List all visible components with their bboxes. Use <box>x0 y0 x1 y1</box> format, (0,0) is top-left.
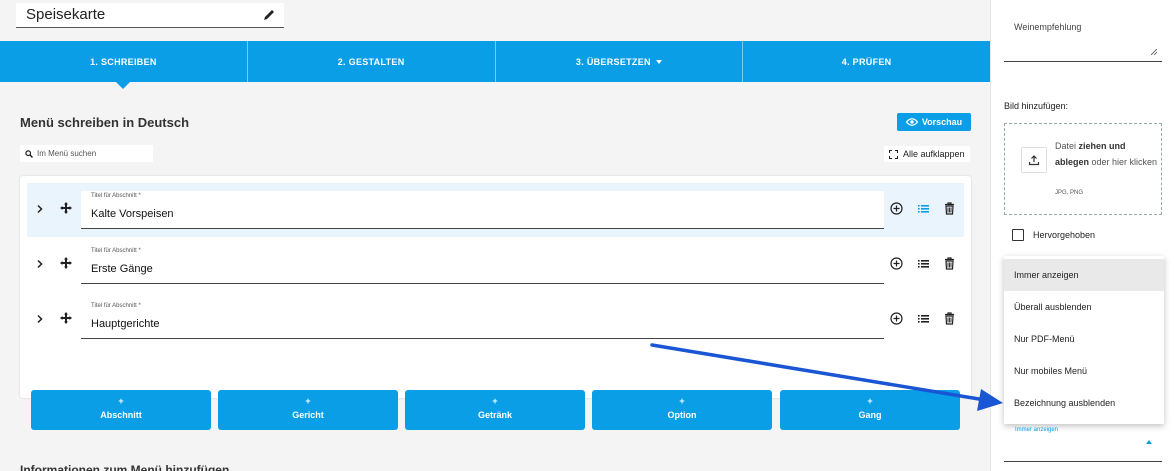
add-button-label: Gericht <box>292 410 324 420</box>
tab-pruefen[interactable]: 4. PRÜFEN <box>743 41 990 82</box>
plus-icon: + <box>867 396 873 406</box>
section-row: Titel für Abschnitt * Hauptgerichte <box>27 293 964 347</box>
section-title-value: Hauptgerichte <box>91 318 160 330</box>
info-heading: Informationen zum Menü hinzufügen <box>20 463 230 471</box>
move-icon[interactable] <box>59 311 73 325</box>
search-input[interactable] <box>37 149 142 158</box>
chevron-right-icon[interactable] <box>35 314 45 324</box>
add-button-label: Abschnitt <box>100 410 142 420</box>
menu-name-value: Speisekarte <box>26 6 106 23</box>
tab-schreiben[interactable]: 1. SCHREIBEN <box>0 41 248 89</box>
caret-down-icon <box>655 59 662 64</box>
chevron-right-icon[interactable] <box>35 204 45 214</box>
image-dropzone[interactable]: Datei ziehen und ablegen oder hier klick… <box>1004 123 1162 215</box>
tab-label: 3. ÜBERSETZEN <box>575 56 651 67</box>
section-title-label: Titel für Abschnitt * <box>91 248 141 254</box>
sections-card: Titel für Abschnitt * Kalte Vorspeisen T… <box>20 176 971 398</box>
trash-icon[interactable] <box>943 312 956 325</box>
section-title-field[interactable]: Titel für Abschnitt * Kalte Vorspeisen <box>81 191 884 229</box>
move-icon[interactable] <box>59 201 73 215</box>
resize-handle-icon[interactable] <box>1151 49 1157 55</box>
search-box <box>20 145 153 162</box>
add-option-button[interactable]: + Option <box>592 390 772 430</box>
section-title-field[interactable]: Titel für Abschnitt * Hauptgerichte <box>81 301 884 339</box>
preview-button[interactable]: Vorschau <box>897 113 971 131</box>
add-button-label: Gang <box>858 410 882 420</box>
list-icon[interactable] <box>917 257 930 270</box>
eye-icon <box>905 118 918 126</box>
expand-all-button[interactable]: Alle aufklappen <box>884 146 970 162</box>
plus-icon: + <box>492 396 498 406</box>
option-always-show[interactable]: Immer anzeigen <box>1004 259 1164 291</box>
option-pdf-only[interactable]: Nur PDF-Menü <box>1004 323 1164 355</box>
add-button-label: Getränk <box>477 410 512 420</box>
add-dish-button[interactable]: + Gericht <box>218 390 398 430</box>
editor-heading: Menü schreiben in Deutsch <box>20 115 190 130</box>
visibility-dropdown-menu: Immer anzeigen Überall ausblenden Nur PD… <box>1004 256 1164 424</box>
section-title-label: Titel für Abschnitt * <box>91 193 141 199</box>
section-title-value: Kalte Vorspeisen <box>91 208 174 220</box>
tab-uebersetzen[interactable]: 3. ÜBERSETZEN <box>496 41 744 82</box>
step-tabs: 1. SCHREIBEN 2. GESTALTEN 3. ÜBERSETZEN … <box>0 41 990 89</box>
plus-circle-icon[interactable] <box>890 257 903 270</box>
trash-icon[interactable] <box>943 202 956 215</box>
wine-label: Weinempfehlung <box>1014 22 1082 32</box>
plus-icon: + <box>118 396 124 406</box>
list-icon[interactable] <box>917 312 930 325</box>
trash-icon[interactable] <box>943 257 956 270</box>
add-course-button[interactable]: + Gang <box>780 390 960 430</box>
add-drink-button[interactable]: + Getränk <box>405 390 585 430</box>
highlight-label: Hervorgehoben <box>1033 230 1096 240</box>
expand-icon <box>889 149 898 159</box>
list-icon[interactable] <box>917 202 930 215</box>
expand-all-label: Alle aufklappen <box>903 149 965 159</box>
dropzone-text: Datei ziehen und ablegen oder hier klick… <box>1055 138 1159 170</box>
preview-label: Vorschau <box>921 117 963 127</box>
upload-button[interactable] <box>1021 147 1047 173</box>
dropzone-text-prefix: Datei <box>1055 141 1079 151</box>
caret-up-icon <box>1146 440 1152 444</box>
add-button-label: Option <box>667 410 697 420</box>
tab-gestalten[interactable]: 2. GESTALTEN <box>248 41 496 82</box>
editor-area: Speisekarte 1. SCHREIBEN 2. GESTALTEN 3.… <box>0 0 990 471</box>
chevron-right-icon[interactable] <box>35 259 45 269</box>
dropzone-text-suffix: oder hier klicken <box>1089 157 1158 167</box>
section-row: Titel für Abschnitt * Kalte Vorspeisen <box>27 183 964 237</box>
plus-icon: + <box>679 396 685 406</box>
section-title-label: Titel für Abschnitt * <box>91 303 141 309</box>
dropzone-formats: JPG, PNG <box>1055 190 1084 196</box>
add-buttons: + Abschnitt + Gericht + Getränk + Option… <box>31 390 961 430</box>
tab-label: 4. PRÜFEN <box>841 56 892 67</box>
upload-icon <box>1028 155 1040 166</box>
search-icon <box>25 149 33 158</box>
option-mobile-only[interactable]: Nur mobiles Menü <box>1004 355 1164 387</box>
add-section-button[interactable]: + Abschnitt <box>31 390 211 430</box>
tab-label: 2. GESTALTEN <box>337 56 405 67</box>
visibility-select[interactable]: Immer anzeigen <box>1004 424 1162 462</box>
visibility-select-label: Immer anzeigen <box>1015 427 1059 433</box>
pencil-icon[interactable] <box>262 8 276 22</box>
image-label: Bild hinzufügen: <box>1004 101 1069 111</box>
section-row: Titel für Abschnitt * Erste Gänge <box>27 238 964 292</box>
option-hide-everywhere[interactable]: Überall ausblenden <box>1004 291 1164 323</box>
section-title-field[interactable]: Titel für Abschnitt * Erste Gänge <box>81 246 884 284</box>
wine-recommendation-field[interactable]: Weinempfehlung <box>1004 5 1162 62</box>
menu-name-field[interactable]: Speisekarte <box>16 3 284 28</box>
plus-icon: + <box>305 396 311 406</box>
option-hide-label[interactable]: Bezeichnung ausblenden <box>1004 387 1164 419</box>
move-icon[interactable] <box>59 256 73 270</box>
highlight-checkbox-row[interactable]: Hervorgehoben <box>1012 229 1095 241</box>
section-title-value: Erste Gänge <box>91 263 153 275</box>
tab-label: 1. SCHREIBEN <box>90 56 157 67</box>
plus-circle-icon[interactable] <box>890 312 903 325</box>
highlight-checkbox[interactable] <box>1012 229 1024 241</box>
plus-circle-icon[interactable] <box>890 202 903 215</box>
